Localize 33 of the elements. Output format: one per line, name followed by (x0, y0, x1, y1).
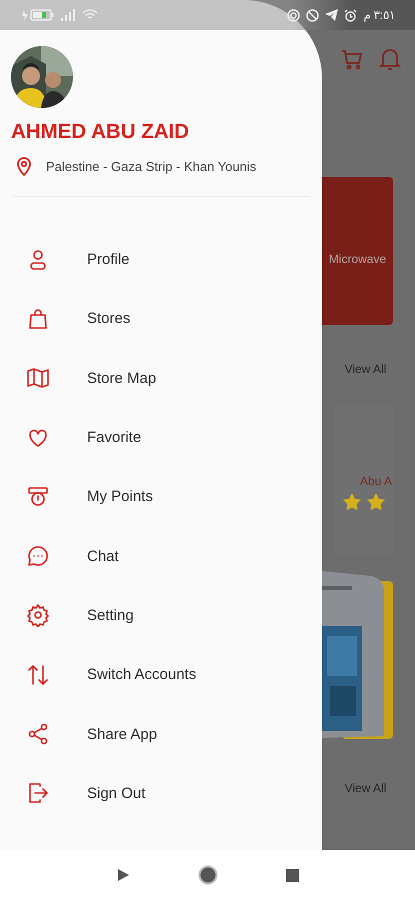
settings-icon (26, 603, 50, 628)
arrows-icon (26, 662, 50, 687)
star-icon (342, 492, 362, 512)
menu-item[interactable]: Store Map (0, 348, 322, 408)
menu-item[interactable]: Favorite (0, 408, 322, 468)
menu-item[interactable]: Sign Out (0, 764, 322, 823)
signal-icon (60, 9, 76, 21)
home-icon[interactable] (198, 865, 218, 885)
recents-icon[interactable] (286, 868, 299, 882)
alarm-icon (344, 8, 358, 22)
category-card[interactable]: Microwave (322, 177, 393, 325)
chat-icon (26, 544, 50, 568)
menu-item[interactable]: Share App (0, 704, 322, 764)
share-icon (26, 722, 50, 746)
sign-out-icon (26, 781, 50, 806)
shopping-bag-icon (26, 306, 50, 331)
menu-item[interactable]: Profile (0, 230, 322, 290)
menu-item[interactable]: Stores (0, 289, 322, 349)
user-name: AHMED ABU ZAID (11, 120, 190, 144)
coin-icon (26, 484, 50, 509)
menu-item[interactable]: Chat (0, 526, 322, 586)
clock-time: ٣:٥١ م (363, 8, 395, 22)
back-icon[interactable] (116, 868, 130, 882)
wifi-icon (82, 9, 98, 21)
user-location: Palestine - Gaza Strip - Khan Younis (46, 158, 256, 174)
star-icon (366, 492, 386, 512)
location-pin-icon (16, 156, 32, 176)
telegram-icon (325, 9, 338, 21)
menu-item[interactable]: My Points (0, 467, 322, 526)
menu-item[interactable]: Setting (0, 586, 322, 646)
battery-icon (22, 9, 54, 21)
map-icon (26, 366, 50, 390)
menu-item[interactable]: Switch Accounts (0, 645, 322, 704)
